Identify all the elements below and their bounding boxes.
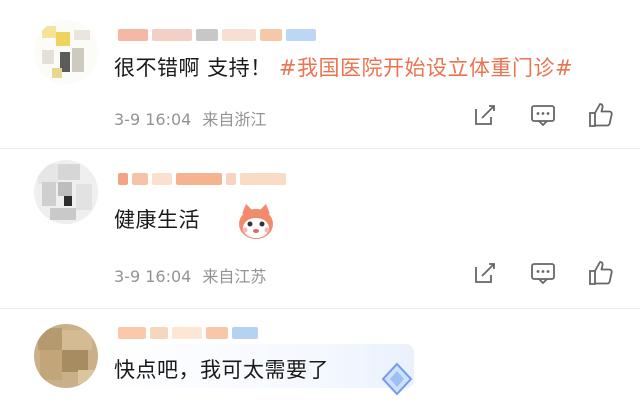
location: 来自浙江 [202, 110, 267, 129]
action-bar [472, 102, 614, 128]
avatar[interactable] [34, 324, 98, 388]
comment-meta: 3-9 16:04 来自浙江 [114, 106, 266, 130]
comment-text: 快点吧，我可太需要了 [114, 354, 329, 384]
comment-text: 很不错啊 支持！ #我国医院开始设立体重门诊# [114, 52, 573, 82]
share-icon[interactable] [472, 260, 498, 286]
comment-body: 很不错啊 支持！ [114, 56, 272, 80]
divider [0, 148, 640, 149]
emoji-sticker [239, 204, 273, 239]
comment-item: 快点吧，我可太需要了 [0, 310, 640, 402]
timestamp: 3-9 16:04 [114, 267, 192, 286]
divider [0, 308, 640, 309]
comment-icon[interactable] [530, 260, 556, 286]
comment-body: 快点吧，我可太需要了 [114, 358, 329, 382]
like-icon[interactable] [588, 260, 614, 286]
location: 来自江苏 [202, 267, 267, 286]
username[interactable] [118, 326, 258, 340]
comment-body: 健康生活 [114, 208, 200, 232]
avatar[interactable] [34, 160, 98, 224]
comment-text: 健康生活 [114, 204, 200, 234]
comment-item: 很不错啊 支持！ #我国医院开始设立体重门诊# 3-9 16:04 来自浙江 [0, 0, 640, 140]
hashtag-link[interactable]: #我国医院开始设立体重门诊# [279, 56, 573, 80]
timestamp: 3-9 16:04 [114, 110, 192, 129]
comment-item: 健康生活 3-9 16:04 来自江苏 [0, 150, 640, 310]
username[interactable] [118, 172, 286, 186]
share-icon[interactable] [472, 102, 498, 128]
action-bar [472, 260, 614, 286]
comment-meta: 3-9 16:04 来自江苏 [114, 263, 266, 287]
like-icon[interactable] [588, 102, 614, 128]
comment-icon[interactable] [530, 102, 556, 128]
diamond-badge-icon [381, 362, 413, 396]
username[interactable] [118, 28, 316, 42]
avatar[interactable] [34, 20, 98, 84]
